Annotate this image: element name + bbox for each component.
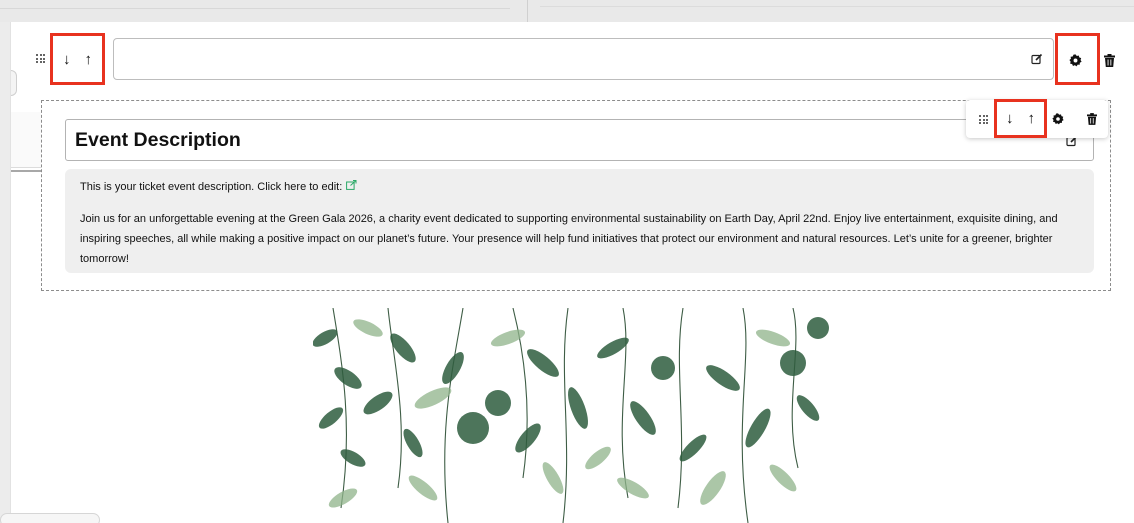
background-control	[11, 70, 17, 96]
background-control	[0, 513, 100, 523]
description-intro: This is your ticket event description. C…	[80, 180, 357, 193]
move-up-button[interactable]: ↑	[1028, 110, 1036, 127]
edit-icon[interactable]	[1029, 51, 1045, 67]
background-divider	[0, 8, 510, 9]
background-window	[0, 0, 1134, 22]
drag-handle-icon[interactable]	[36, 54, 45, 63]
event-description-block[interactable]: Event Description This is your ticket ev…	[41, 100, 1111, 291]
background-divider	[527, 0, 528, 22]
gear-icon[interactable]	[1050, 111, 1066, 127]
move-down-button[interactable]: ↓	[63, 51, 71, 68]
block-title-input[interactable]	[113, 38, 1054, 80]
drag-handle-icon[interactable]	[979, 115, 988, 124]
trash-icon[interactable]	[1084, 110, 1100, 128]
move-down-button[interactable]: ↓	[1006, 110, 1014, 127]
move-buttons: ↓ ↑	[53, 36, 102, 82]
event-title-field[interactable]: Event Description	[65, 119, 1094, 161]
event-title: Event Description	[75, 129, 241, 151]
eucalyptus-leaves-image	[313, 308, 840, 523]
external-link-icon[interactable]	[346, 180, 357, 193]
move-buttons: ↓ ↑	[997, 102, 1044, 135]
gear-icon[interactable]	[1066, 51, 1084, 69]
description-body: Join us for an unforgettable evening at …	[80, 213, 1058, 265]
move-up-button[interactable]: ↑	[85, 51, 93, 68]
trash-icon[interactable]	[1101, 51, 1117, 69]
background-divider	[540, 6, 1134, 7]
event-description-box[interactable]: This is your ticket event description. C…	[65, 169, 1094, 273]
